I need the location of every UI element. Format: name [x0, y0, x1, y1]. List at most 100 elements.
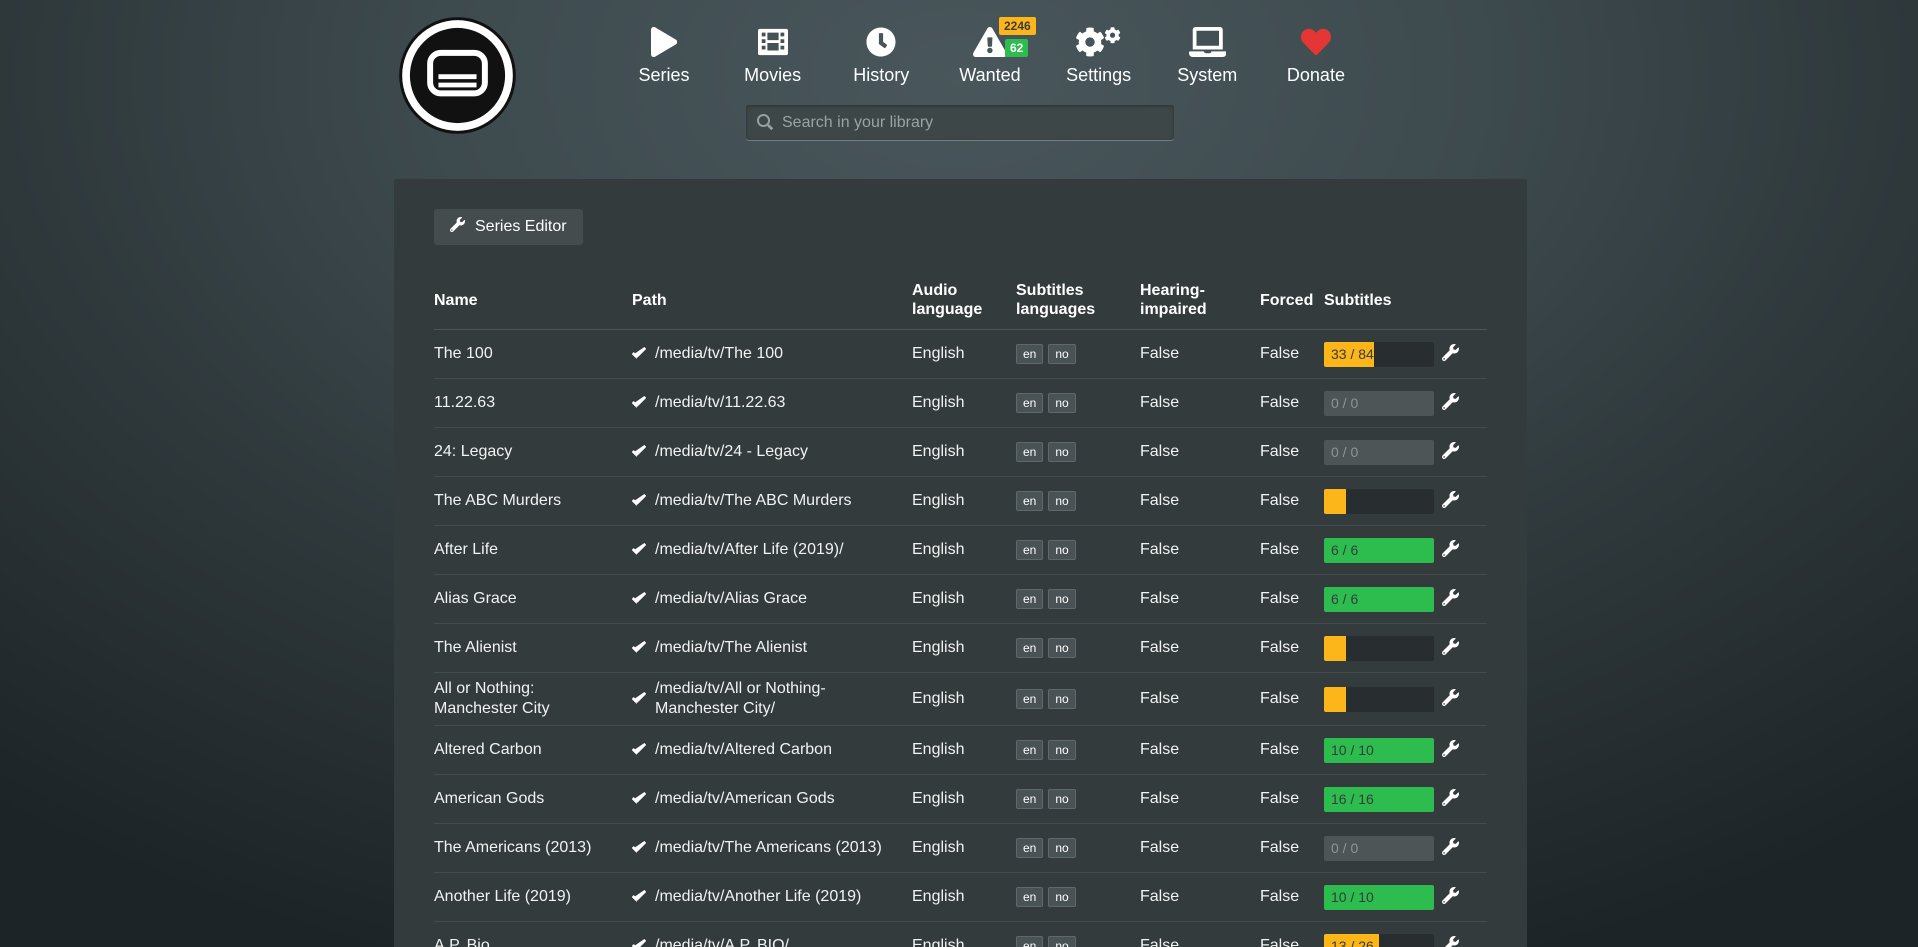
- subtitle-languages: enno: [1016, 330, 1140, 379]
- check-icon: [632, 939, 646, 947]
- subtitles-progress: 13 / 26: [1324, 934, 1434, 947]
- edit-series-button[interactable]: [1442, 838, 1459, 858]
- column-header-forced: Forced: [1260, 271, 1324, 330]
- wrench-icon: [1442, 491, 1459, 511]
- wrench-icon: [1442, 740, 1459, 760]
- series-name: 24: Legacy: [434, 428, 632, 477]
- language-badge: no: [1048, 887, 1075, 907]
- edit-series-button[interactable]: [1442, 689, 1459, 709]
- wrench-icon: [1442, 789, 1459, 809]
- language-badge: en: [1016, 789, 1043, 809]
- series-editor-button[interactable]: Series Editor: [434, 209, 583, 245]
- progress-label: 16 / 16: [1331, 787, 1374, 812]
- nav-series[interactable]: Series: [611, 26, 717, 86]
- forced-value: False: [1260, 330, 1324, 379]
- audio-language: English: [912, 775, 1016, 824]
- nav-wanted-label: Wanted: [959, 65, 1020, 86]
- film-icon: [758, 26, 788, 58]
- progress-label: 10 / 10: [1331, 885, 1374, 910]
- check-icon: [632, 347, 646, 361]
- edit-series-button[interactable]: [1442, 491, 1459, 511]
- nav-settings[interactable]: Settings: [1046, 26, 1152, 86]
- series-path: /media/tv/After Life (2019)/: [655, 540, 844, 560]
- series-path: /media/tv/The Alienist: [655, 638, 807, 658]
- wrench-icon: [1442, 540, 1459, 560]
- laptop-icon: [1189, 26, 1227, 58]
- check-icon: [632, 692, 646, 706]
- subtitle-languages: enno: [1016, 477, 1140, 526]
- nav-system[interactable]: System: [1154, 26, 1260, 86]
- edit-series-button[interactable]: [1442, 887, 1459, 907]
- nav-donate[interactable]: Donate: [1263, 26, 1369, 86]
- subtitles-progress: 16 / 16: [1324, 787, 1434, 812]
- audio-language: English: [912, 428, 1016, 477]
- forced-value: False: [1260, 922, 1324, 947]
- language-badge: no: [1048, 491, 1075, 511]
- edit-series-button[interactable]: [1442, 393, 1459, 413]
- series-name: A.P. Bio: [434, 922, 632, 947]
- subtitles-progress: 10 / 10: [1324, 885, 1434, 910]
- heart-icon: [1301, 26, 1331, 58]
- edit-series-button[interactable]: [1442, 638, 1459, 658]
- edit-series-button[interactable]: [1442, 789, 1459, 809]
- check-icon: [632, 396, 646, 410]
- wrench-icon: [1442, 887, 1459, 907]
- edit-series-button[interactable]: [1442, 442, 1459, 462]
- subtitle-languages: enno: [1016, 526, 1140, 575]
- audio-language: English: [912, 922, 1016, 947]
- language-badge: en: [1016, 740, 1043, 760]
- nav-history[interactable]: History: [828, 26, 934, 86]
- table-row: After Life /media/tv/After Life (2019)/ …: [434, 526, 1487, 575]
- edit-series-button[interactable]: [1442, 540, 1459, 560]
- search-input[interactable]: [746, 105, 1174, 140]
- subtitle-languages: enno: [1016, 624, 1140, 673]
- language-badge: en: [1016, 638, 1043, 658]
- wrench-icon: [1442, 838, 1459, 858]
- progress-label: 33 / 84: [1331, 342, 1374, 367]
- nav-series-label: Series: [638, 65, 689, 86]
- series-path: /media/tv/Alias Grace: [655, 589, 807, 609]
- progress-fill: [1324, 636, 1346, 661]
- edit-series-button[interactable]: [1442, 740, 1459, 760]
- edit-series-button[interactable]: [1442, 344, 1459, 364]
- forced-value: False: [1260, 477, 1324, 526]
- language-badge: no: [1048, 540, 1075, 560]
- series-name: The Alienist: [434, 624, 632, 673]
- subtitles-progress: 6 / 6: [1324, 587, 1434, 612]
- nav-movies[interactable]: Movies: [720, 26, 826, 86]
- series-name: Alias Grace: [434, 575, 632, 624]
- check-icon: [632, 890, 646, 904]
- nav-wanted[interactable]: 2246 62 Wanted: [937, 26, 1043, 86]
- series-path: /media/tv/All or Nothing- Manchester Cit…: [655, 679, 902, 719]
- app-logo[interactable]: [398, 16, 517, 135]
- nav-settings-label: Settings: [1066, 65, 1131, 86]
- edit-series-button[interactable]: [1442, 936, 1459, 947]
- subtitle-languages: enno: [1016, 673, 1140, 726]
- series-path: /media/tv/American Gods: [655, 789, 835, 809]
- edit-series-button[interactable]: [1442, 589, 1459, 609]
- progress-fill: [1324, 489, 1346, 514]
- series-name: The Americans (2013): [434, 824, 632, 873]
- series-path: /media/tv/Another Life (2019): [655, 887, 861, 907]
- check-icon: [632, 841, 646, 855]
- audio-language: English: [912, 873, 1016, 922]
- forced-value: False: [1260, 673, 1324, 726]
- check-icon: [632, 641, 646, 655]
- gears-icon: [1075, 26, 1122, 58]
- column-header-subtitles-languages: Subtitles languages: [1016, 271, 1140, 330]
- language-badge: no: [1048, 442, 1075, 462]
- language-badge: en: [1016, 442, 1043, 462]
- progress-label: 10 / 10: [1331, 738, 1374, 763]
- series-path: /media/tv/The Americans (2013): [655, 838, 882, 858]
- hearing-impaired-value: False: [1140, 673, 1260, 726]
- wrench-icon: [1442, 442, 1459, 462]
- language-badge: no: [1048, 344, 1075, 364]
- table-row: 11.22.63 /media/tv/11.22.63 English enno…: [434, 379, 1487, 428]
- hearing-impaired-value: False: [1140, 526, 1260, 575]
- audio-language: English: [912, 379, 1016, 428]
- audio-language: English: [912, 624, 1016, 673]
- search-icon: [757, 114, 773, 135]
- audio-language: English: [912, 726, 1016, 775]
- column-header-subtitles: Subtitles: [1324, 271, 1442, 330]
- wanted-count-badge: 2246: [999, 17, 1036, 35]
